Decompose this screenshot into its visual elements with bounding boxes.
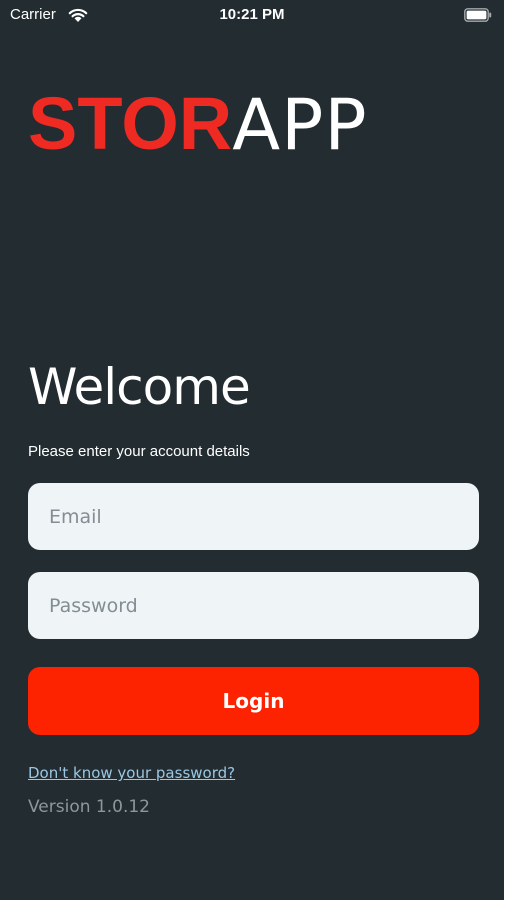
logo-light-text: APP bbox=[232, 84, 368, 166]
logo-bold-text: STOR bbox=[28, 82, 233, 165]
app-logo: STORAPP bbox=[28, 82, 368, 166]
battery-icon bbox=[464, 8, 492, 22]
welcome-subtitle: Please enter your account details bbox=[28, 443, 250, 460]
login-button[interactable]: Login bbox=[28, 667, 479, 735]
login-screen: Carrier 10:21 PM STORAPP Welcome Please … bbox=[0, 0, 507, 900]
password-input[interactable] bbox=[28, 572, 479, 639]
status-time: 10:21 PM bbox=[219, 6, 285, 23]
email-input[interactable] bbox=[28, 483, 479, 550]
forgot-password-link[interactable]: Don't know your password? bbox=[28, 764, 235, 782]
version-label: Version 1.0.12 bbox=[28, 797, 150, 817]
welcome-title: Welcome bbox=[28, 358, 251, 416]
status-bar: Carrier 10:21 PM bbox=[0, 0, 504, 30]
